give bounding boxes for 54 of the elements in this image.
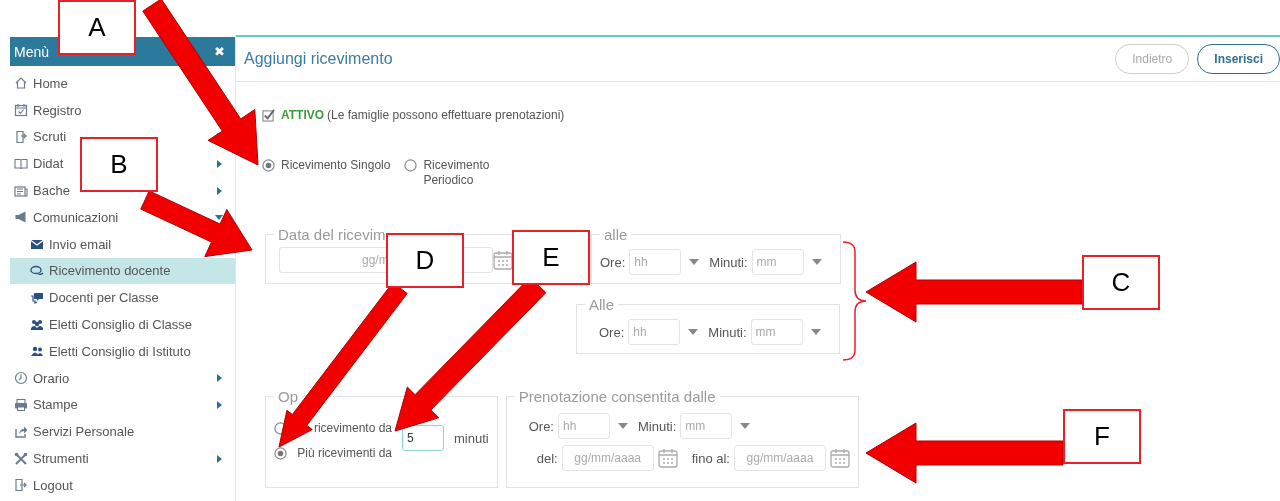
field-label: Ore: [599,324,625,340]
field-label: Ore: [600,254,626,270]
fieldset-legend: Alle [585,296,618,313]
menu-item[interactable]: Orario [14,370,70,386]
radio-label: ricevimento da [313,421,392,436]
radio-label: Ricevimento Periodico [423,158,491,188]
radio-label: Ricevimento Singolo [281,158,391,173]
hours-field[interactable]: hh [629,249,682,275]
menu-item[interactable]: Home [14,75,68,91]
status-note: (Le famiglie possono effettuare prenotazioni) [327,108,565,122]
date-field[interactable]: gg/mm/aaaa [733,445,826,471]
menu-item[interactable]: Ricevimento docente [10,257,235,285]
page-title: Aggiungi ricevimento [244,50,394,68]
unit-label: minuti [454,430,489,446]
menu-item[interactable]: Servizi Personale [14,424,135,440]
field-label: fino al: [691,450,730,466]
menu-item[interactable]: Scruti [14,129,67,145]
hours-field[interactable]: hh [558,413,610,439]
fieldset-legend: alle [600,226,632,243]
date-field[interactable]: gg/mm/aaaa [561,445,654,471]
field-label: Ore: [528,418,554,434]
field-label: del: [536,450,558,466]
menu-item[interactable]: Registro [14,102,82,118]
insert-button[interactable]: Inserisci [1197,44,1280,74]
menu-title: Menù [14,43,50,60]
field-label: Minuti: [638,418,677,434]
fieldset-legend: Op [274,388,302,405]
menu-item[interactable]: Stampe [14,397,78,413]
radio-label: Più ricevimenti da [297,446,392,461]
fieldset-legend: Prenotazione consentita dalle [514,388,720,405]
callout-label: F [1063,409,1141,464]
minutes-field[interactable]: mm [750,319,803,345]
menu-item[interactable]: Docenti per Classe [30,290,159,306]
close-button[interactable]: ✖ [214,44,225,59]
interval-field[interactable]: 5 [402,425,444,451]
menu-item[interactable]: Eletti Consiglio di Classe [30,317,193,333]
callout-label: A [58,0,136,55]
menu-item[interactable]: Didat [14,156,64,172]
minutes-field[interactable]: mm [751,249,804,275]
hours-field[interactable]: hh [628,319,681,345]
menu-item[interactable]: Invio email [30,236,112,252]
menu-item[interactable]: Eletti Consiglio di Istituto [30,343,191,359]
menu-item[interactable]: Strumenti [14,451,89,467]
callout-label: C [1082,255,1160,310]
field-label: Minuti: [709,254,748,270]
callout-label: D [386,233,464,288]
callout-label: B [80,137,158,192]
menu-item[interactable]: Bache [14,183,70,199]
minutes-field[interactable]: mm [680,413,733,439]
menu-item[interactable]: Comunicazioni [14,209,119,225]
callout-label: E [512,230,590,285]
menu-item[interactable]: Logout [14,477,73,493]
status-label: ATTIVO [281,108,325,122]
field-label: Minuti: [708,324,747,340]
